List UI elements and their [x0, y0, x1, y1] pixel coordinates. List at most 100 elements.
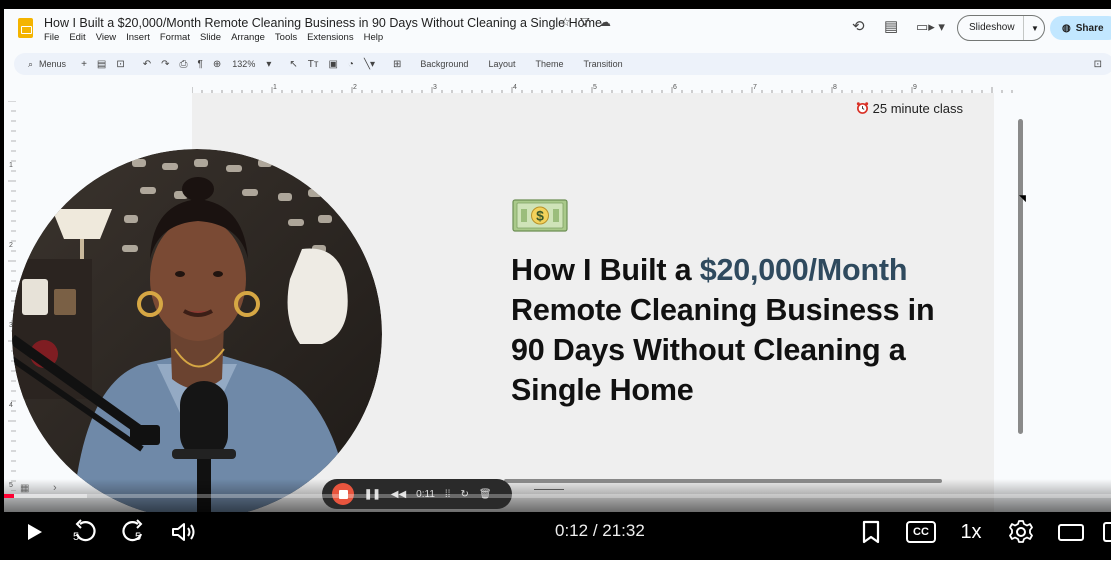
- play-button[interactable]: [20, 517, 48, 547]
- transition-button[interactable]: Transition: [577, 59, 628, 69]
- ruler-number: 7: [753, 84, 757, 91]
- play-icon: [28, 524, 42, 540]
- heading-line-1: How I Built a $20,000/Month: [511, 250, 971, 290]
- ruler-number: 9: [913, 84, 917, 91]
- horizontal-ruler[interactable]: 1 2 3 4 5 6 7 8 9: [192, 83, 1014, 93]
- menu-item-file[interactable]: File: [44, 32, 59, 43]
- scrollbar[interactable]: [1018, 119, 1023, 434]
- print-icon[interactable]: ⎙: [175, 59, 193, 70]
- star-icon[interactable]: ☆: [560, 15, 571, 30]
- import-slide-icon[interactable]: ⊡: [111, 59, 129, 70]
- mouse-cursor-icon: ◥: [1019, 193, 1026, 203]
- save-to-watch-later-button[interactable]: [858, 517, 884, 547]
- meet-camera-icon[interactable]: ▭▸ ▾: [916, 19, 945, 35]
- vertical-ruler[interactable]: 12345: [4, 101, 16, 491]
- theater-mode-button[interactable]: [1056, 517, 1086, 547]
- video-time: 0:12 / 21:32: [555, 521, 645, 541]
- menu-item-view[interactable]: View: [96, 32, 116, 43]
- forward-5-button[interactable]: 5: [118, 517, 148, 547]
- dollar-banknote-icon: $: [512, 199, 568, 232]
- version-history-icon[interactable]: ⟲: [852, 17, 865, 35]
- menu-item-slide[interactable]: Slide: [200, 32, 221, 43]
- fullscreen-button[interactable]: [1100, 517, 1111, 547]
- background-button[interactable]: Background: [414, 59, 474, 69]
- chevron-down-icon[interactable]: ▼: [1024, 24, 1039, 33]
- move-folder-icon[interactable]: ⛛: [580, 15, 590, 30]
- ruler-number: 1: [273, 84, 277, 91]
- comments-icon[interactable]: ▤: [884, 17, 898, 35]
- slides-editor-screenshot: How I Built a $20,000/Month Remote Clean…: [4, 9, 1111, 512]
- duration: 21:32: [602, 521, 645, 540]
- ruler-number: 1: [9, 162, 13, 169]
- divider: [534, 489, 564, 490]
- line-icon[interactable]: ╲▾: [359, 59, 380, 70]
- grid-view-icon[interactable]: ▦: [20, 483, 29, 494]
- rewind-5-button[interactable]: 5: [70, 517, 100, 547]
- playback-speed: 1x: [960, 520, 982, 543]
- title-icons: ☆ ⛛ ☁: [560, 15, 611, 30]
- video-progress-bar[interactable]: [4, 494, 1111, 498]
- video-played-bar: [4, 494, 15, 498]
- fullscreen-icon: [1103, 522, 1111, 542]
- subtitles-button[interactable]: CC: [904, 517, 938, 547]
- forward-5-icon: [122, 519, 143, 542]
- add-comment-icon[interactable]: ⊞: [388, 59, 406, 70]
- edit-mode-icon[interactable]: ▽: [1107, 59, 1111, 70]
- search-menus-label: Menus: [39, 59, 67, 69]
- menu-item-extensions[interactable]: Extensions: [307, 32, 353, 43]
- menu-item-help[interactable]: Help: [364, 32, 384, 43]
- redo-icon[interactable]: ↷: [156, 59, 174, 70]
- heading-line-4: Single Home: [511, 373, 694, 407]
- settings-button[interactable]: [1006, 517, 1036, 547]
- heading-line-2: Remote Cleaning Business in: [511, 293, 935, 327]
- time-separator: /: [588, 521, 603, 540]
- svg-text:$: $: [536, 208, 544, 224]
- shape-icon[interactable]: ◔: [343, 59, 359, 70]
- globe-icon: ◍: [1062, 22, 1071, 34]
- share-label: Share: [1075, 22, 1104, 34]
- new-slide-icon[interactable]: +: [76, 59, 92, 70]
- volume-button[interactable]: [168, 517, 200, 547]
- paint-format-icon[interactable]: ¶: [193, 59, 208, 70]
- select-cursor-icon[interactable]: ↖: [284, 59, 302, 70]
- slides-logo-icon[interactable]: [18, 18, 33, 38]
- playback-speed-button[interactable]: 1x: [956, 517, 986, 547]
- slide-heading[interactable]: How I Built a $20,000/Month Remote Clean…: [511, 250, 971, 410]
- image-icon[interactable]: ▣: [323, 59, 342, 70]
- text-box-icon[interactable]: Tт: [303, 59, 324, 70]
- heading-accent-amount: $20,000/Month: [699, 253, 908, 287]
- chevron-right-icon[interactable]: ›: [53, 482, 57, 494]
- ruler-number: 5: [593, 84, 597, 91]
- layout-icon[interactable]: ▤: [92, 59, 111, 70]
- menu-item-insert[interactable]: Insert: [126, 32, 150, 43]
- heading-line-1-plain: How I Built a: [511, 253, 700, 287]
- forward-seconds: 5: [135, 531, 142, 543]
- menu-item-edit[interactable]: Edit: [69, 32, 85, 43]
- ruler-number: 3: [433, 84, 437, 91]
- horizontal-scrollbar[interactable]: [504, 479, 942, 483]
- zoom-chevron-down-icon[interactable]: ▾: [261, 59, 276, 70]
- zoom-level[interactable]: 132%: [226, 59, 261, 69]
- theme-button[interactable]: Theme: [529, 59, 569, 69]
- cc-icon: CC: [906, 521, 936, 543]
- gear-icon: [1009, 520, 1033, 543]
- layout-button[interactable]: Layout: [482, 59, 521, 69]
- share-button[interactable]: ◍ Share: [1050, 16, 1111, 40]
- slideshow-label: Slideshow: [958, 16, 1024, 40]
- undo-icon[interactable]: ↶: [138, 59, 156, 70]
- slideshow-button[interactable]: Slideshow ▼: [957, 15, 1045, 41]
- menu-item-tools[interactable]: Tools: [275, 32, 297, 43]
- current-time: 0:12: [555, 521, 589, 540]
- page-background-strip: [0, 560, 1111, 565]
- search-menus[interactable]: ⌕ Menus: [18, 55, 76, 73]
- video-controls: 5 5 0:12 / 21:32 CC 1x: [0, 512, 1111, 552]
- class-duration-text: 25 minute class: [872, 101, 963, 116]
- insert-image-icon[interactable]: ⊡: [1089, 59, 1107, 70]
- menu-item-format[interactable]: Format: [160, 32, 190, 43]
- document-title[interactable]: How I Built a $20,000/Month Remote Clean…: [44, 16, 602, 30]
- ruler-number: 8: [833, 84, 837, 91]
- menu-item-arrange[interactable]: Arrange: [231, 32, 265, 43]
- video-frame[interactable]: How I Built a $20,000/Month Remote Clean…: [0, 0, 1111, 565]
- theater-mode-icon: [1058, 523, 1084, 541]
- zoom-icon[interactable]: ⊕: [208, 59, 226, 70]
